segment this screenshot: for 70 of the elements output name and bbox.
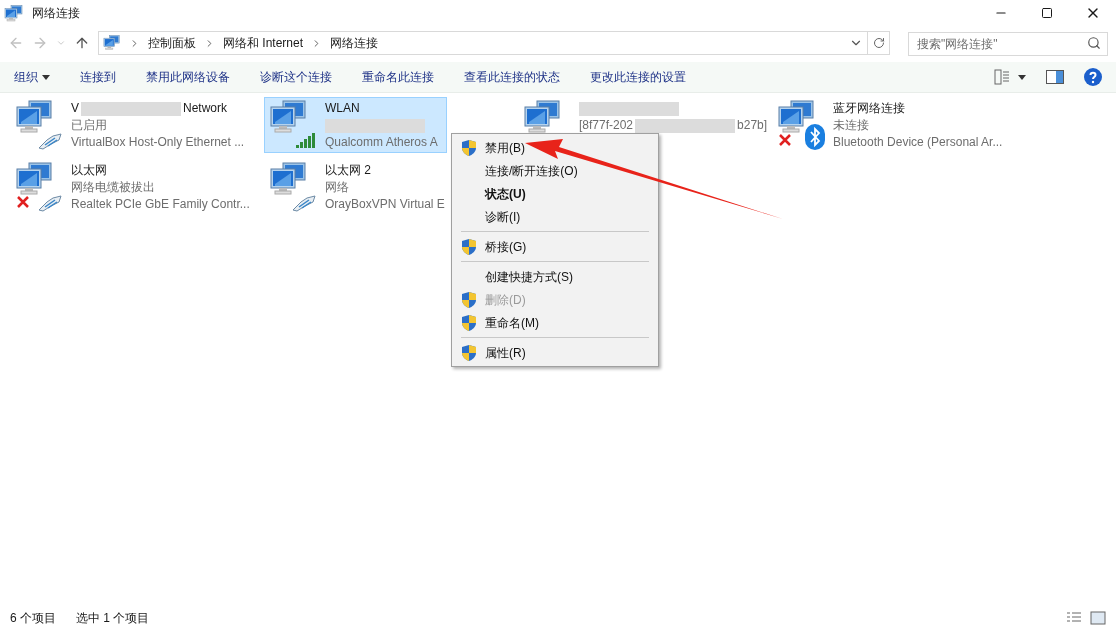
menu-item[interactable]: 属性(R) [452, 341, 658, 364]
device-name: VirtualBox Host-Only Ethernet ... [71, 134, 245, 151]
connection-item[interactable]: WLAN Qualcomm Atheros A [264, 97, 447, 153]
pane-icon [1046, 70, 1064, 84]
command-button[interactable]: 连接到 [80, 68, 116, 86]
menu-item[interactable]: 创建快捷方式(S) [452, 265, 658, 288]
window-title: 网络连接 [32, 5, 80, 22]
device-name: Realtek PCIe GbE Family Contr... [71, 196, 250, 213]
breadcrumb[interactable]: 网络连接 [330, 34, 379, 52]
menu-item[interactable]: 禁用(B) [452, 136, 658, 159]
menu-item[interactable]: 状态(U) [452, 182, 658, 205]
connection-name: 以太网 [71, 162, 107, 179]
command-button[interactable]: 更改此连接的设置 [590, 68, 686, 86]
organize-menu-button[interactable]: 组织 [14, 68, 50, 86]
menu-item[interactable]: 重命名(M) [452, 311, 658, 334]
breadcrumb[interactable]: 网络和 Internet [223, 34, 304, 52]
address-bar[interactable]: 控制面板 网络和 Internet 网络连接 [98, 31, 868, 55]
connection-item[interactable]: 蓝牙网络连接 未连接 Bluetooth Device (Personal Ar... [772, 97, 1012, 153]
connection-item[interactable]: V Network 已启用 VirtualBox Host-Only Ethernet ... [10, 97, 254, 153]
command-button[interactable]: 重命名此连接 [362, 68, 434, 86]
device-name: Bluetooth Device (Personal Ar... [833, 134, 1003, 151]
item-count: 6 个项目 [10, 610, 56, 627]
up-button[interactable] [74, 35, 90, 51]
connection-item[interactable]: 以太网 2 网络 OrayBoxVPN Virtual E [264, 159, 454, 215]
device-name: OrayBoxVPN Virtual E [325, 196, 445, 213]
connection-name: 以太网 2 [325, 162, 371, 179]
view-options-button[interactable] [994, 69, 1026, 85]
network-computer-icon [15, 162, 55, 196]
menu-item[interactable]: 诊断(I) [452, 205, 658, 228]
network-computer-icon [777, 100, 817, 134]
connection-item[interactable]: 以太网 网络电缆被拔出 Realtek PCIe GbE Family Contr... [10, 159, 259, 215]
selection-count: 选中 1 个项目 [76, 610, 150, 627]
connection-name: Network [183, 100, 228, 117]
network-cable-icon [291, 194, 317, 212]
preview-pane-button[interactable] [1046, 70, 1064, 84]
refresh-icon [872, 37, 885, 49]
device-name: Qualcomm Atheros A [325, 134, 438, 151]
signal-bars-icon [295, 132, 317, 150]
dropdown-triangle-icon [42, 74, 50, 80]
network-computer-icon [269, 162, 309, 196]
connection-status: 已启用 [71, 117, 107, 134]
details-view-icon [994, 69, 1010, 85]
bluetooth-icon [805, 124, 825, 150]
connection-status: 未连接 [833, 117, 869, 134]
refresh-button[interactable] [868, 31, 890, 55]
connection-status: [8f77f-202 [579, 117, 634, 134]
menu-item[interactable]: 连接/断开连接(O) [452, 159, 658, 182]
breadcrumb[interactable]: 控制面板 [148, 34, 196, 52]
connection-name: WLAN [325, 100, 360, 117]
network-cable-icon [37, 132, 63, 150]
control-panel-icon [103, 35, 121, 51]
command-button[interactable]: 诊断这个连接 [260, 68, 332, 86]
maximize-icon [1041, 7, 1053, 19]
command-button[interactable]: 查看此连接的状态 [464, 68, 560, 86]
network-cable-icon [37, 194, 63, 212]
dropdown-triangle-icon [1018, 74, 1026, 80]
search-icon [1087, 35, 1101, 50]
command-button[interactable]: 禁用此网络设备 [146, 68, 230, 86]
connection-name: V [71, 100, 79, 117]
connection-status: b27b] [737, 117, 768, 134]
menu-item[interactable]: 桥接(G) [452, 235, 658, 258]
connection-status: 网络 [325, 179, 349, 196]
help-icon [1084, 68, 1102, 86]
network-folder-icon [4, 4, 24, 22]
help-button[interactable] [1084, 68, 1102, 86]
connection-name: 蓝牙网络连接 [833, 100, 905, 117]
connection-status: 网络电缆被拔出 [71, 179, 155, 196]
network-computer-icon [269, 100, 309, 134]
search-field[interactable]: 搜索"网络连接" [908, 31, 1108, 56]
network-computer-icon [15, 100, 55, 134]
